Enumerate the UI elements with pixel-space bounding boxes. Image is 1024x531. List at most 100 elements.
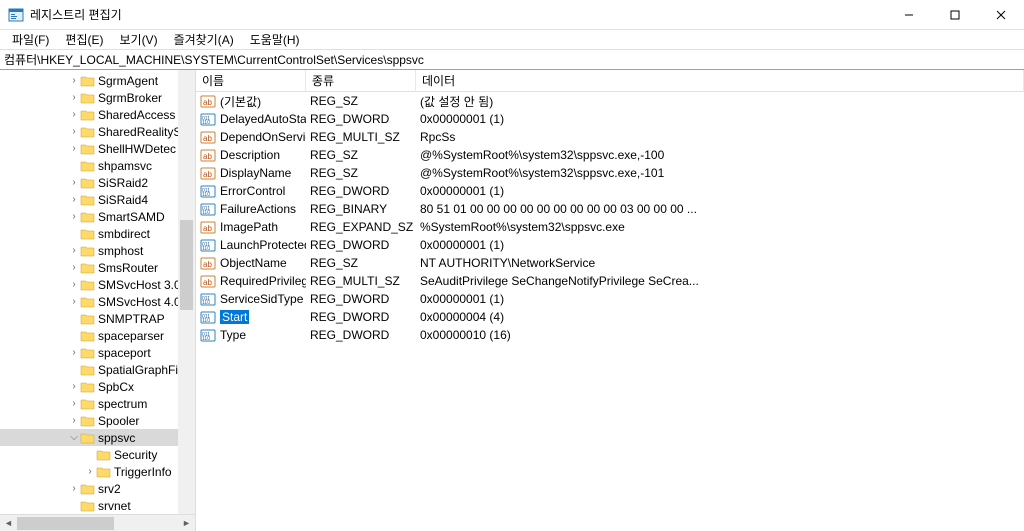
folder-icon: [80, 210, 96, 224]
expander-icon[interactable]: ›: [68, 245, 80, 256]
folder-icon: [80, 159, 96, 173]
expander-icon[interactable]: ›: [68, 483, 80, 494]
tree-item[interactable]: › SgrmBroker: [0, 89, 195, 106]
expander-icon[interactable]: ›: [68, 398, 80, 409]
tree-item[interactable]: › SgrmAgent: [0, 72, 195, 89]
menu-favorites[interactable]: 즐겨찾기(A): [166, 29, 242, 50]
value-type: REG_DWORD: [306, 184, 416, 198]
tree-item[interactable]: › SMSvcHost 4.0: [0, 293, 195, 310]
value-type: REG_MULTI_SZ: [306, 274, 416, 288]
scroll-right-icon[interactable]: ►: [178, 515, 195, 531]
tree-item[interactable]: SNMPTRAP: [0, 310, 195, 327]
menu-file[interactable]: 파일(F): [4, 29, 57, 50]
expander-icon[interactable]: ⌵: [68, 432, 80, 443]
value-data: 0x00000001 (1): [416, 292, 1024, 306]
tree-hscroll-thumb[interactable]: [17, 517, 114, 530]
column-type[interactable]: 종류: [306, 70, 416, 92]
column-data[interactable]: 데이터: [416, 70, 1024, 92]
tree-item[interactable]: SpatialGraphFi: [0, 361, 195, 378]
expander-icon[interactable]: ›: [68, 347, 80, 358]
value-data: 80 51 01 00 00 00 00 00 00 00 00 00 03 0…: [416, 202, 1024, 216]
value-row[interactable]: DescriptionREG_SZ@%SystemRoot%\system32\…: [196, 146, 1024, 164]
value-data: %SystemRoot%\system32\sppsvc.exe: [416, 220, 1024, 234]
value-row[interactable]: ServiceSidTypeREG_DWORD0x00000001 (1): [196, 290, 1024, 308]
tree-item[interactable]: ›ShellHWDetec: [0, 140, 195, 157]
value-row[interactable]: ImagePathREG_EXPAND_SZ%SystemRoot%\syste…: [196, 218, 1024, 236]
tree-item[interactable]: ›smphost: [0, 242, 195, 259]
value-type: REG_DWORD: [306, 310, 416, 324]
folder-icon: [80, 278, 96, 292]
tree-item[interactable]: ⌵sppsvc: [0, 429, 195, 446]
tree-item[interactable]: Security: [0, 446, 195, 463]
expander-icon[interactable]: ›: [68, 415, 80, 426]
value-type: REG_DWORD: [306, 238, 416, 252]
expander-icon[interactable]: ›: [68, 279, 80, 290]
menu-edit[interactable]: 편집(E): [57, 29, 111, 50]
tree-item[interactable]: ›srv2: [0, 480, 195, 497]
menu-help[interactable]: 도움말(H): [242, 29, 308, 50]
address-text: 컴퓨터\HKEY_LOCAL_MACHINE\SYSTEM\CurrentCon…: [4, 51, 424, 68]
tree-item[interactable]: ›SMSvcHost 3.0: [0, 276, 195, 293]
tree-item-label: SgrmBroker: [98, 91, 162, 105]
value-list[interactable]: (기본값)REG_SZ(값 설정 안 됨)DelayedAutoStartREG…: [196, 92, 1024, 531]
maximize-button[interactable]: [932, 0, 978, 30]
tree-vscrollbar[interactable]: [178, 70, 195, 514]
value-row[interactable]: ErrorControlREG_DWORD0x00000001 (1): [196, 182, 1024, 200]
tree-item[interactable]: ›TriggerInfo: [0, 463, 195, 480]
value-data: SeAuditPrivilege SeChangeNotifyPrivilege…: [416, 274, 1024, 288]
expander-icon[interactable]: ›: [68, 262, 80, 273]
string-value-icon: [200, 274, 216, 288]
tree-item[interactable]: smbdirect: [0, 225, 195, 242]
column-name[interactable]: 이름: [196, 70, 306, 92]
tree-item[interactable]: ›spectrum: [0, 395, 195, 412]
value-row[interactable]: TypeREG_DWORD0x00000010 (16): [196, 326, 1024, 344]
tree-item[interactable]: ›SharedRealityS: [0, 123, 195, 140]
minimize-button[interactable]: [886, 0, 932, 30]
value-row[interactable]: DependOnServiceREG_MULTI_SZRpcSs: [196, 128, 1024, 146]
value-row[interactable]: (기본값)REG_SZ(값 설정 안 됨): [196, 92, 1024, 110]
tree-item[interactable]: ›SiSRaid4: [0, 191, 195, 208]
tree-vscroll-thumb[interactable]: [180, 220, 193, 310]
tree-item-label: SgrmAgent: [98, 74, 158, 88]
tree-item[interactable]: ›SmartSAMD: [0, 208, 195, 225]
close-button[interactable]: [978, 0, 1024, 30]
folder-icon: [80, 227, 96, 241]
value-row[interactable]: FailureActionsREG_BINARY80 51 01 00 00 0…: [196, 200, 1024, 218]
value-row[interactable]: DisplayNameREG_SZ@%SystemRoot%\system32\…: [196, 164, 1024, 182]
tree-item[interactable]: spaceparser: [0, 327, 195, 344]
value-type: REG_EXPAND_SZ: [306, 220, 416, 234]
expander-icon[interactable]: ›: [68, 109, 80, 120]
tree-item[interactable]: ›SiSRaid2: [0, 174, 195, 191]
expander-icon[interactable]: ›: [68, 177, 80, 188]
tree-item[interactable]: ›SpbCx: [0, 378, 195, 395]
tree-item[interactable]: ›Spooler: [0, 412, 195, 429]
value-row[interactable]: ObjectNameREG_SZNT AUTHORITY\NetworkServ…: [196, 254, 1024, 272]
expander-icon[interactable]: ›: [68, 194, 80, 205]
value-data: RpcSs: [416, 130, 1024, 144]
menu-view[interactable]: 보기(V): [111, 29, 165, 50]
expander-icon[interactable]: ›: [68, 296, 80, 307]
expander-icon[interactable]: ›: [68, 92, 80, 103]
tree-item-label: SMSvcHost 4.0: [98, 295, 181, 309]
value-row[interactable]: DelayedAutoStartREG_DWORD0x00000001 (1): [196, 110, 1024, 128]
expander-icon[interactable]: ›: [68, 381, 80, 392]
folder-icon: [80, 244, 96, 258]
expander-icon[interactable]: ›: [68, 75, 80, 86]
tree-item[interactable]: ›spaceport: [0, 344, 195, 361]
expander-icon[interactable]: ›: [84, 466, 96, 477]
tree-item[interactable]: ›SharedAccess: [0, 106, 195, 123]
scroll-left-icon[interactable]: ◄: [0, 515, 17, 531]
value-row[interactable]: LaunchProtectedREG_DWORD0x00000001 (1): [196, 236, 1024, 254]
tree-item-label: srvnet: [98, 499, 131, 513]
tree-hscrollbar[interactable]: ◄ ►: [0, 514, 195, 531]
expander-icon[interactable]: ›: [68, 143, 80, 154]
tree-item[interactable]: srvnet: [0, 497, 195, 514]
tree-item[interactable]: ›SmsRouter: [0, 259, 195, 276]
value-row[interactable]: StartREG_DWORD0x00000004 (4): [196, 308, 1024, 326]
tree-item[interactable]: shpamsvc: [0, 157, 195, 174]
value-row[interactable]: RequiredPrivileg...REG_MULTI_SZSeAuditPr…: [196, 272, 1024, 290]
address-bar[interactable]: 컴퓨터\HKEY_LOCAL_MACHINE\SYSTEM\CurrentCon…: [0, 50, 1024, 70]
expander-icon[interactable]: ›: [68, 211, 80, 222]
registry-tree[interactable]: › SgrmAgent › SgrmBroker›SharedAccess›Share…: [0, 70, 195, 514]
expander-icon[interactable]: ›: [68, 126, 80, 137]
